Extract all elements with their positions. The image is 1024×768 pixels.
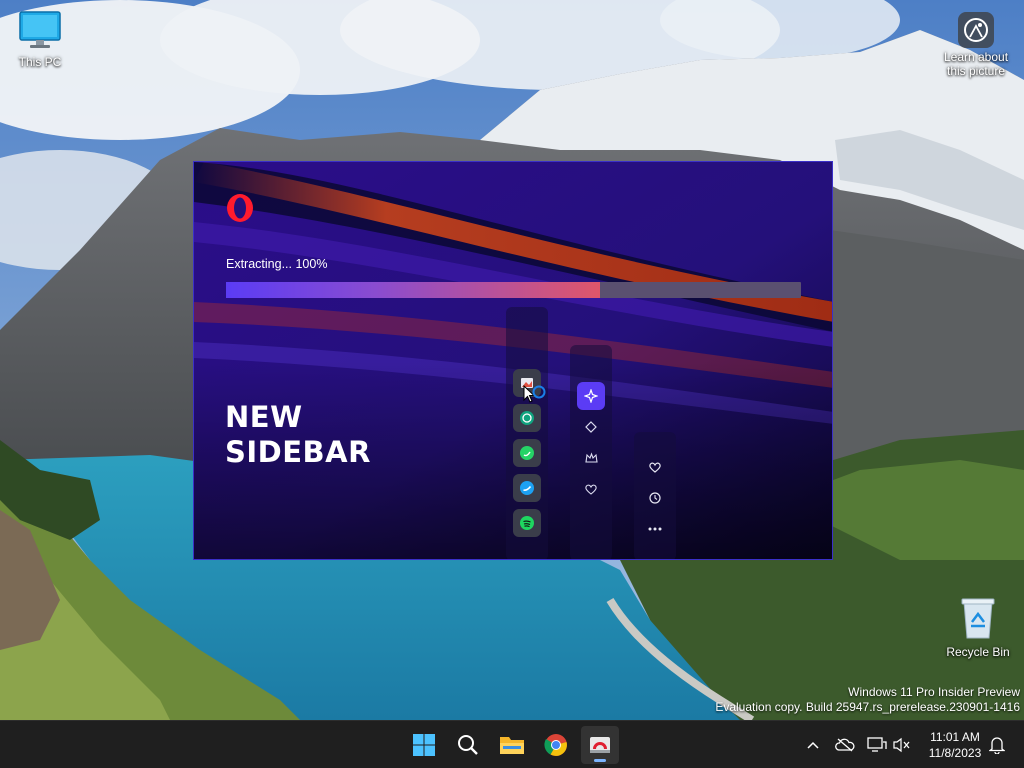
learn-about-picture-icon [958,12,994,48]
start-button[interactable] [405,726,443,764]
network-button[interactable] [865,733,889,757]
heart-outline-icon [584,482,598,496]
active-indicator [594,759,606,762]
spotify-icon [513,509,541,537]
chrome-button[interactable] [537,726,575,764]
chatgpt-icon [513,404,541,432]
watermark-line2: Evaluation copy. Build 25947.rs_prerelea… [715,700,1020,714]
extraction-status: Extracting... 100% [226,257,328,271]
whatsapp-icon [513,439,541,467]
desktop-icon-learn-about-picture[interactable]: Learn about this picture [936,12,1016,78]
this-pc-label: This PC [18,55,62,69]
opera-installer-button[interactable] [581,726,619,764]
sidebar-panel-extras [634,432,676,559]
opera-logo-icon [227,194,253,222]
heart-icon [648,460,662,474]
volume-muted-icon [893,737,910,753]
aria-icon [577,382,605,410]
desktop-icon-this-pc[interactable]: This PC [2,10,78,69]
headline-line2: SIDEBAR [225,435,371,469]
search-icon [458,735,478,755]
clock-time: 11:01 AM [930,730,980,744]
search-button[interactable] [449,726,487,764]
desktop-icon-recycle-bin[interactable]: Recycle Bin [938,596,1018,659]
taskbar: 11:01 AM 11/8/2023 [0,720,1024,768]
onedrive-button[interactable] [833,733,857,757]
sidebar-panel-features [570,345,612,559]
progress-bar [226,282,801,298]
crown-icon [584,451,598,465]
busy-cursor-icon [523,385,546,403]
monitor-icon [19,11,61,48]
more-icon [648,522,662,536]
sidebar-panel-messengers [506,307,548,559]
progress-fill [226,282,600,298]
network-icon [867,737,887,752]
clock-icon [648,491,662,505]
twitter-icon [513,474,541,502]
notifications-button[interactable] [985,733,1009,757]
recycle-bin-label: Recycle Bin [946,645,1010,659]
recycle-bin-icon [961,598,995,639]
chevron-up-icon [807,741,819,749]
clock-date: 11/8/2023 [928,746,982,760]
opera-installer-window[interactable]: Extracting... 100% NEW SIDEBAR [193,161,833,560]
learn-about-label-line2: this picture [946,64,1006,78]
file-explorer-button[interactable] [493,726,531,764]
volume-button[interactable] [890,733,914,757]
windows-start-icon [413,734,435,756]
windows-watermark: Windows 11 Pro Insider Preview Evaluatio… [715,685,1020,715]
learn-about-label-line1: Learn about [943,50,1009,64]
headline: NEW SIDEBAR [225,400,371,470]
clock[interactable]: 11:01 AM 11/8/2023 [918,729,992,761]
cloud-offline-icon [835,738,855,752]
opera-installer-icon [590,737,610,753]
headline-line1: NEW [225,400,303,434]
diamond-icon [584,420,598,434]
watermark-line1: Windows 11 Pro Insider Preview [848,685,1020,699]
file-explorer-icon [500,737,524,754]
show-hidden-icons-button[interactable] [801,733,825,757]
bell-icon [989,737,1005,754]
chrome-icon [544,734,567,756]
